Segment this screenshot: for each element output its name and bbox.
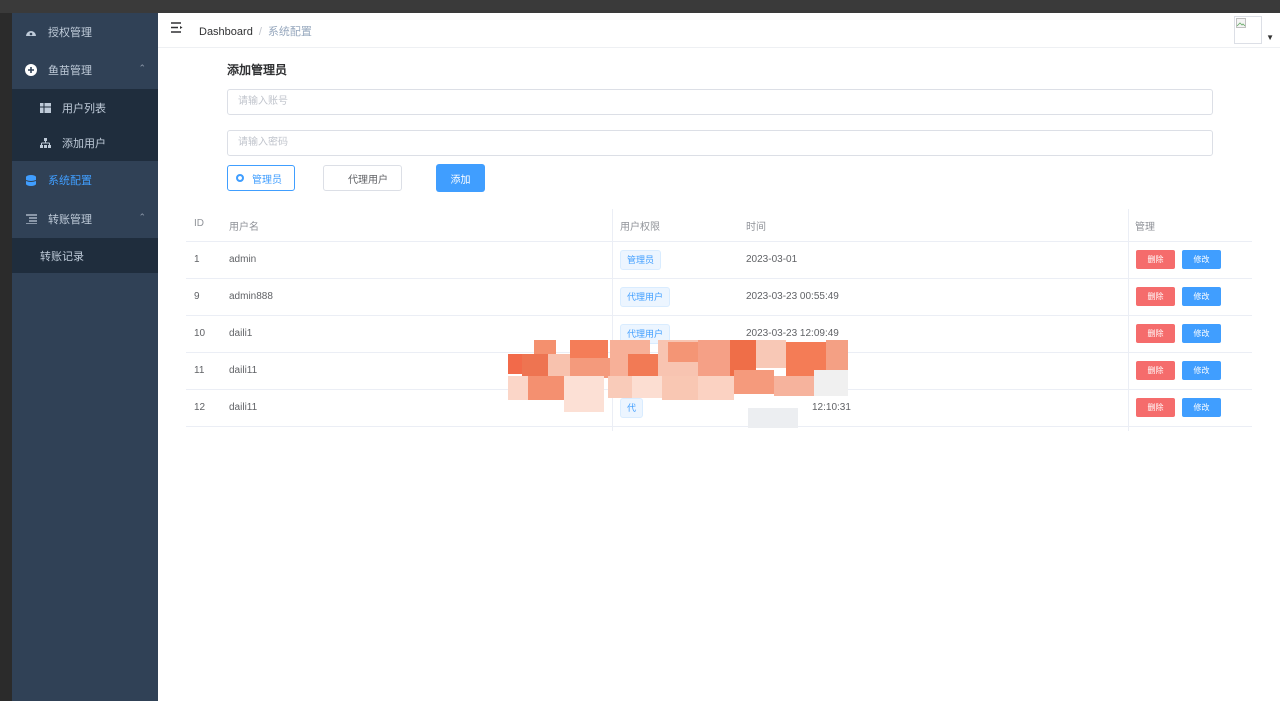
add-button[interactable]: 添加 [436, 164, 485, 192]
role-tag: 管理员 [620, 250, 662, 270]
sidebar-item-fish[interactable]: 鱼苗管理 ⌃ [12, 51, 158, 89]
dashboard-icon [24, 25, 38, 39]
window-left-edge [0, 13, 12, 701]
form-title: 添加管理员 [227, 63, 288, 77]
sidebar-item-label: 转账记录 [40, 250, 84, 263]
breadcrumb-home[interactable]: Dashboard [199, 26, 253, 38]
radio-admin[interactable]: 管理员 [227, 165, 295, 191]
cell-username: daili11 [229, 402, 258, 413]
delete-button[interactable]: 删除 [1136, 324, 1175, 343]
edit-button[interactable]: 修改 [1182, 324, 1221, 343]
cell-id: 1 [194, 254, 200, 265]
role-tag: 代理用户 [620, 287, 671, 307]
radio-label: 管理员 [252, 174, 282, 186]
cell-id: 11 [194, 365, 205, 376]
chevron-up-icon: ⌃ [138, 63, 146, 73]
sidebar-item-label: 转账管理 [48, 214, 92, 226]
table-row: 9 admin888 代理用户 2023-03-23 00:55:49 删除 修… [186, 278, 1252, 316]
chevron-up-icon: ⌃ [138, 212, 146, 222]
caret-down-icon[interactable]: ▼ [1266, 33, 1274, 42]
delete-button[interactable]: 删除 [1136, 287, 1175, 306]
radio-label: 代理用户 [348, 174, 388, 186]
password-input[interactable]: 请输入密码 [227, 130, 1213, 156]
radio-agent[interactable]: 代理用户 [323, 165, 402, 191]
sidebar-item-label: 鱼苗管理 [48, 65, 92, 77]
edit-button[interactable]: 修改 [1182, 398, 1221, 417]
table-row: 1 admin 管理员 2023-03-01 删除 修改 [186, 241, 1252, 279]
avatar[interactable] [1234, 16, 1262, 44]
database-icon [24, 173, 38, 187]
breadcrumb: Dashboard / 系统配置 [199, 23, 312, 39]
sidebar-item-transfer[interactable]: 转账管理 ⌃ [12, 200, 158, 238]
breadcrumb-separator: / [258, 26, 262, 38]
column-header-username: 用户名 [229, 222, 259, 233]
delete-button[interactable]: 删除 [1136, 398, 1175, 417]
plus-circle-icon [24, 63, 38, 77]
radio-unchecked-icon [332, 174, 340, 182]
edit-button[interactable]: 修改 [1182, 250, 1221, 269]
radio-checked-icon [236, 174, 244, 182]
cell-username: admin888 [229, 291, 273, 302]
delete-button[interactable]: 删除 [1136, 250, 1175, 269]
navbar: Dashboard / 系统配置 ▼ [158, 13, 1280, 48]
window-top-bar [0, 0, 1280, 13]
cell-time: 2023-03-01 [746, 254, 798, 265]
sidebar-item-transfer-records[interactable]: 转账记录 [12, 238, 158, 273]
sidebar-item-label: 用户列表 [62, 103, 106, 115]
edit-button[interactable]: 修改 [1182, 287, 1221, 306]
table-header-row: ID 用户名 用户权限 时间 管理 [186, 209, 1252, 242]
redaction-mosaic [508, 340, 848, 415]
cell-username: admin [229, 254, 257, 265]
username-input[interactable]: 请输入账号 [227, 89, 1213, 115]
column-header-id: ID [194, 218, 204, 229]
tree-icon [38, 136, 52, 150]
cell-time: 2023-03-23 12:09:49 [746, 328, 839, 339]
cell-username: daili11 [229, 365, 258, 376]
column-header-manage: 管理 [1135, 222, 1155, 233]
main-content: Dashboard / 系统配置 ▼ 添加管理员 请输入账号 请输入密码 管理员 代… [158, 13, 1280, 701]
column-header-time: 时间 [746, 222, 766, 233]
redaction-blur [748, 408, 798, 428]
sidebar-item-label: 授权管理 [48, 27, 92, 39]
cell-id: 12 [194, 402, 206, 413]
sidebar-item-add-user[interactable]: 添加用户 [12, 125, 158, 161]
sidebar-item-system-config[interactable]: 系统配置 [12, 161, 158, 199]
sidebar-item-auth[interactable]: 授权管理 [12, 13, 158, 51]
edit-button[interactable]: 修改 [1182, 361, 1221, 380]
cell-id: 9 [194, 291, 200, 302]
cell-time: 2023-03-23 00:55:49 [746, 291, 839, 302]
table-icon [38, 101, 52, 115]
sidebar-item-label: 添加用户 [62, 138, 106, 150]
delete-button[interactable]: 删除 [1136, 361, 1175, 380]
sidebar-item-user-list[interactable]: 用户列表 [12, 89, 158, 127]
cell-username: daili1 [229, 328, 253, 339]
hamburger-icon[interactable] [171, 22, 183, 34]
cell-id: 10 [194, 328, 206, 339]
breadcrumb-current: 系统配置 [267, 26, 312, 38]
sidebar: 授权管理 鱼苗管理 ⌃ 用户列表 添加用户 系统配置 转账管理 ⌃ 转账记录 [12, 13, 158, 701]
list-icon [24, 212, 38, 226]
column-header-role: 用户权限 [620, 222, 660, 233]
sidebar-item-label: 系统配置 [48, 175, 92, 187]
